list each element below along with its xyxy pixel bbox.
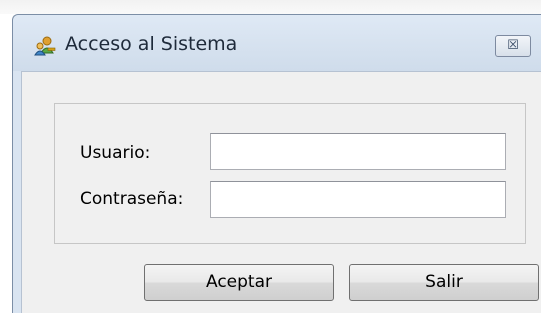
login-dialog: Acceso al Sistema ☒ Usuario: Contraseña:…: [12, 14, 541, 313]
screen: Acceso al Sistema ☒ Usuario: Contraseña:…: [0, 0, 541, 313]
close-icon: ☒: [507, 38, 519, 53]
username-label: Usuario:: [80, 143, 151, 163]
credentials-group: Usuario: Contraseña:: [54, 103, 526, 244]
password-label: Contraseña:: [80, 189, 184, 209]
exit-button[interactable]: Salir: [349, 264, 539, 301]
close-button[interactable]: ☒: [495, 35, 531, 57]
window-title: Acceso al Sistema: [65, 33, 238, 55]
password-input[interactable]: [210, 181, 506, 218]
accept-button[interactable]: Aceptar: [144, 264, 334, 301]
dialog-body: Usuario: Contraseña: Aceptar Salir: [21, 71, 541, 313]
background-strip: [0, 0, 541, 14]
title-bar[interactable]: Acceso al Sistema ☒: [13, 15, 541, 71]
username-input[interactable]: [210, 133, 506, 170]
users-key-icon: [33, 35, 57, 57]
